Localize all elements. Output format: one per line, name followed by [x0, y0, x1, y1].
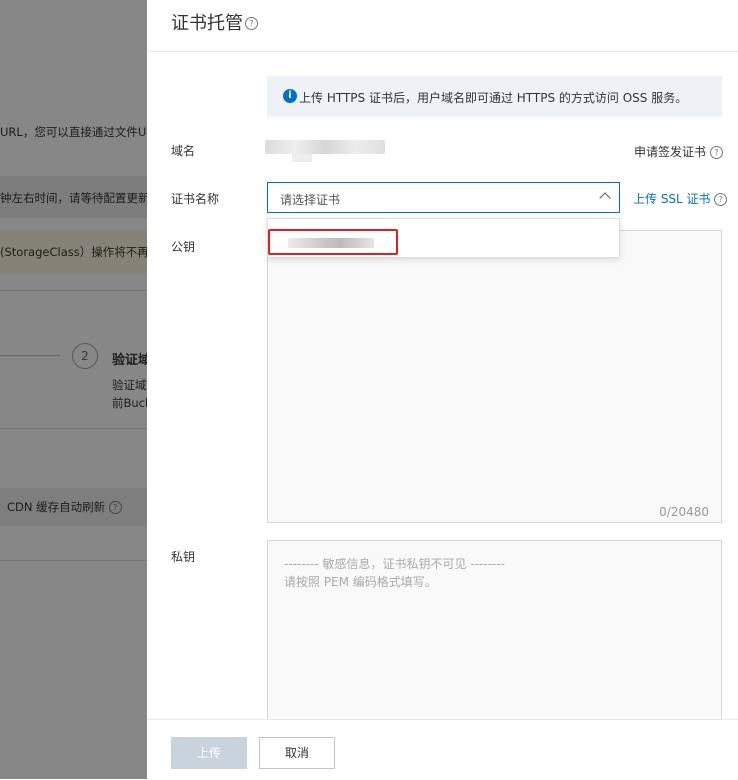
info-icon: i [283, 89, 297, 103]
panel-title: 证书托管 [171, 13, 243, 34]
cert-option-blurred-text [288, 238, 374, 248]
help-icon[interactable]: ? [245, 17, 258, 30]
private-key-textarea[interactable]: -------- 敏感信息，证书私钥不可见 -------- 请按照 PEM 编… [267, 540, 722, 725]
public-key-counter: 0/20480 [659, 505, 709, 519]
help-icon[interactable]: ? [714, 193, 728, 206]
public-key-label: 公钥 [171, 240, 196, 254]
domain-label: 域名 [171, 144, 196, 158]
cancel-button[interactable]: 取消 [259, 737, 335, 769]
panel-footer: 上传 取消 [147, 719, 738, 780]
domain-value-blurred [265, 140, 385, 154]
upload-ssl-link[interactable]: 上传 SSL 证书 ? [633, 190, 728, 207]
modal-overlay[interactable] [0, 0, 147, 779]
chevron-up-icon [599, 192, 611, 204]
help-icon[interactable]: ? [709, 146, 723, 159]
private-key-label: 私钥 [171, 550, 196, 564]
info-banner: i 上传 HTTPS 证书后，用户域名即可通过 HTTPS 的方式访问 OSS … [267, 76, 722, 117]
info-text: 上传 HTTPS 证书后，用户域名即可通过 HTTPS 的方式访问 OSS 服务… [299, 91, 688, 105]
domain-value-blurred-fragment [292, 154, 312, 162]
public-key-textarea[interactable]: 0/20480 [267, 230, 722, 523]
cert-select-placeholder: 请选择证书 [280, 193, 341, 207]
cert-dropdown-menu [267, 218, 620, 258]
cert-hosting-panel: 证书托管 ? i 上传 HTTPS 证书后，用户域名即可通过 HTTPS 的方式… [147, 0, 738, 780]
cert-option-highlighted[interactable] [268, 229, 398, 255]
cert-select[interactable]: 请选择证书 [267, 182, 620, 213]
private-key-placeholder-1: -------- 敏感信息，证书私钥不可见 -------- [284, 557, 505, 571]
panel-header: 证书托管 ? [147, 0, 738, 52]
apply-cert-link[interactable]: 申请签发证书 ? [634, 143, 723, 160]
upload-button[interactable]: 上传 [171, 737, 247, 769]
private-key-placeholder-2: 请按照 PEM 编码格式填写。 [284, 575, 437, 589]
cert-name-label: 证书名称 [171, 192, 220, 206]
